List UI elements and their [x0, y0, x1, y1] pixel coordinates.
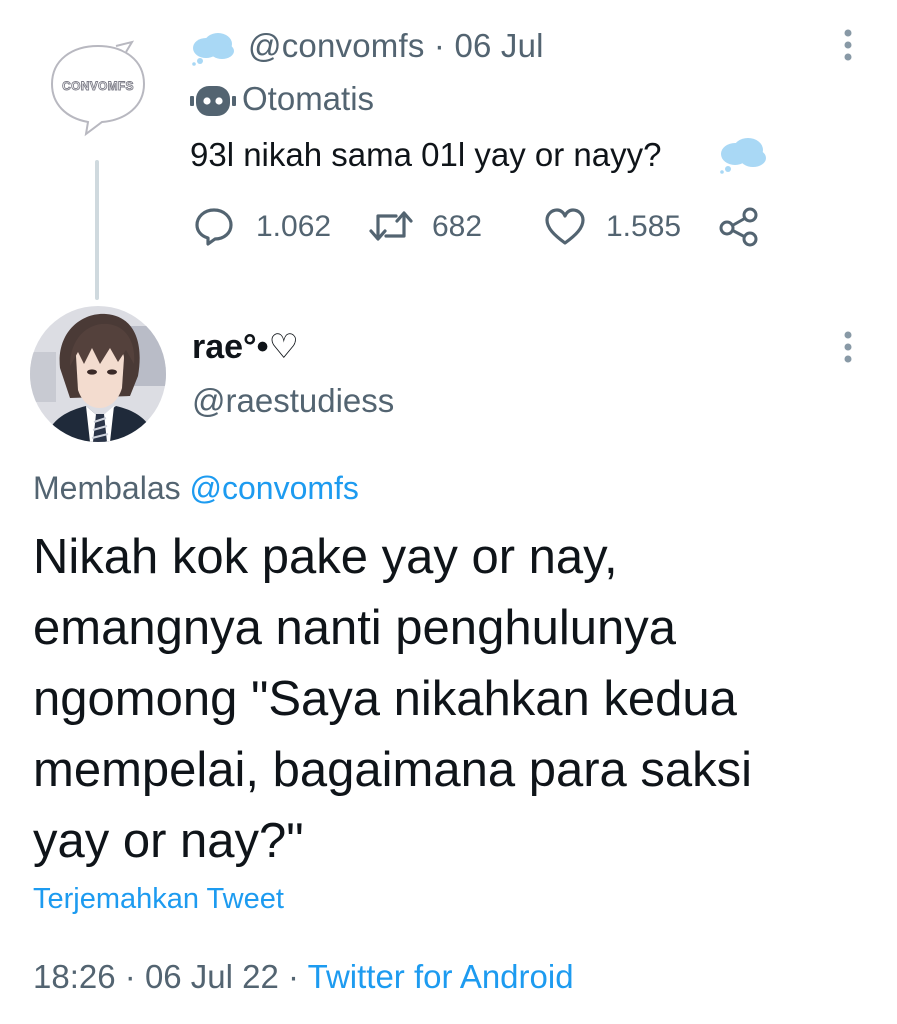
share-icon[interactable] [718, 207, 758, 247]
translate-tweet-link[interactable]: Terjemahkan Tweet [33, 883, 284, 916]
replying-to-prefix: Membalas [33, 470, 181, 506]
tweet-text-line: ngomong "Saya nikahkan kedua [33, 672, 737, 726]
tweet-text-line: yay or nay?" [33, 814, 304, 868]
retweet-count: 682 [432, 210, 483, 243]
automated-label: Otomatis [242, 80, 375, 117]
retweet-icon[interactable] [368, 208, 414, 248]
robot-icon [190, 84, 236, 118]
reply-tweet-text: Nikah kok pake yay or nay, emangnya nant… [33, 522, 873, 877]
raestudiess-avatar[interactable] [30, 306, 166, 442]
thread-line [95, 160, 99, 300]
meta-separator: · [288, 958, 308, 995]
parent-tweet-text: 93l nikah sama 01l yay or nayy? [190, 136, 662, 173]
speech-bubble-logo: CONVOMFS [50, 40, 146, 137]
tweet-text-line: Nikah kok pake yay or nay, [33, 530, 618, 584]
tweet-source-link[interactable]: Twitter for Android [308, 958, 574, 995]
cloud-icon [718, 136, 768, 174]
reply-display-name[interactable]: rae°•♡ [192, 327, 299, 367]
parent-handle-date[interactable]: @convomfs · 06 Jul [248, 27, 544, 65]
more-options-icon[interactable] [838, 28, 858, 62]
tweet-date[interactable]: 06 Jul 22 [145, 958, 279, 995]
more-options-icon[interactable] [838, 330, 858, 364]
reply-count: 1.062 [256, 210, 332, 243]
tweet-text-line: mempelai, bagaimana para saksi [33, 743, 753, 797]
tweet-text-line: emangnya nanti penghulunya [33, 601, 676, 655]
convomfs-avatar[interactable]: CONVOMFS [46, 38, 150, 138]
tweet-time[interactable]: 18:26 [33, 958, 116, 995]
avatar-logo-text: CONVOMFS [62, 79, 134, 93]
replying-to: Membalas @convomfs [33, 470, 359, 507]
meta-separator: · [124, 958, 145, 995]
reply-handle[interactable]: @raestudiess [192, 382, 394, 420]
cloud-icon [190, 30, 236, 66]
tweet-meta: 18:26 · 06 Jul 22 · Twitter for Android [33, 958, 574, 996]
replying-to-mention[interactable]: @convomfs [190, 470, 359, 506]
like-count: 1.585 [606, 210, 682, 243]
like-icon[interactable] [544, 207, 585, 247]
reply-icon[interactable] [194, 206, 234, 246]
